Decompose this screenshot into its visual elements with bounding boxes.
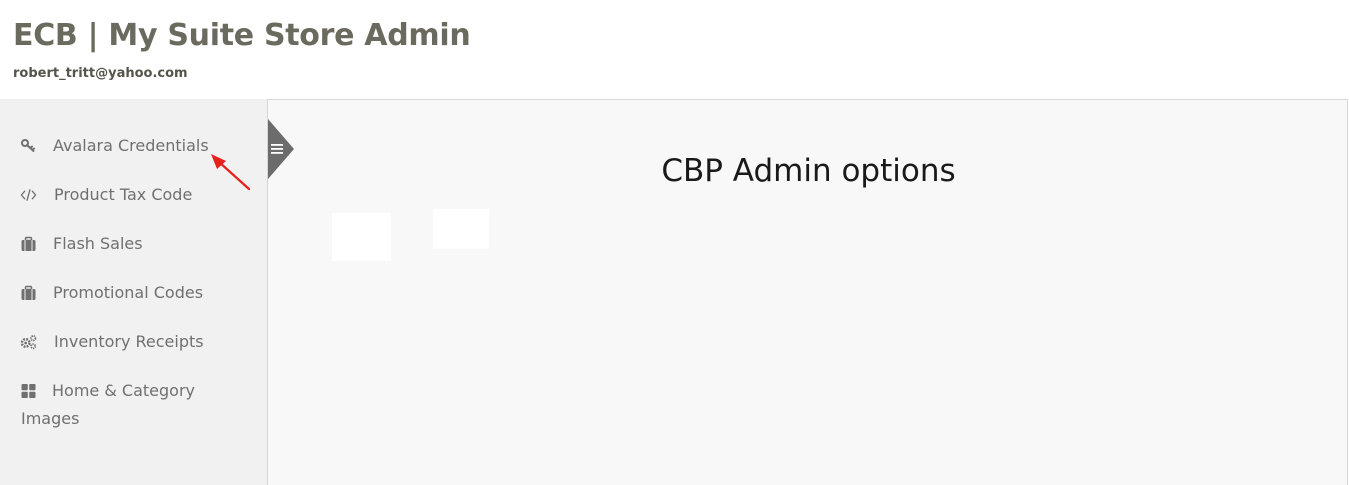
briefcase-icon	[21, 236, 36, 251]
sidebar-toggle-button[interactable]	[268, 119, 294, 179]
option-card[interactable]	[332, 213, 391, 261]
page-title: CBP Admin options	[661, 153, 956, 189]
code-icon	[20, 189, 37, 201]
briefcase-icon	[21, 285, 36, 300]
key-icon	[21, 139, 35, 152]
header: ECB | My Suite Store Admin robert_tritt@…	[0, 0, 1349, 99]
sidebar-item-label: Inventory Receipts	[54, 332, 204, 351]
app-title: ECB | My Suite Store Admin	[13, 18, 471, 53]
user-email: robert_tritt@yahoo.com	[13, 66, 188, 81]
gears-icon	[20, 335, 37, 350]
option-card[interactable]	[433, 209, 489, 249]
menu-icon	[271, 144, 283, 154]
sidebar-item-label: Flash Sales	[53, 234, 143, 253]
sidebar-item-label: Promotional Codes	[53, 283, 204, 302]
sidebar-item-label: Home & Category Images	[21, 381, 195, 428]
